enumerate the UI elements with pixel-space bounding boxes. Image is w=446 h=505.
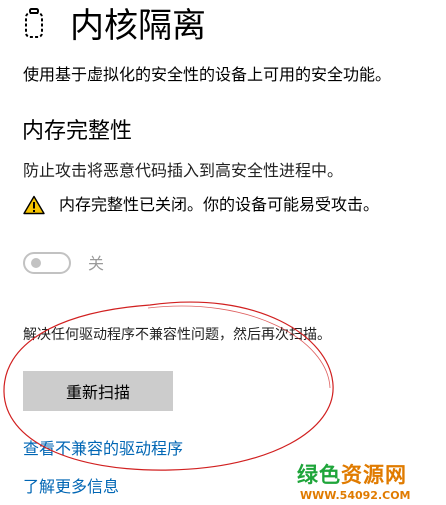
rescan-button[interactable]: 重新扫描 bbox=[23, 371, 173, 411]
page-description: 使用基于虚拟化的安全性的设备上可用的安全功能。 bbox=[23, 65, 392, 84]
view-incompatible-drivers-link[interactable]: 查看不兼容的驱动程序 bbox=[23, 437, 183, 461]
learn-more-link[interactable]: 了解更多信息 bbox=[23, 475, 119, 499]
page-title: 内核隔离 bbox=[70, 6, 206, 46]
toggle-knob bbox=[31, 258, 41, 268]
warning-icon bbox=[23, 195, 45, 215]
watermark-logo-text: 绿色资源网 bbox=[297, 463, 407, 487]
warning-message: 内存完整性已关闭。你的设备可能易受攻击。 bbox=[59, 195, 380, 214]
watermark-url: WWW.54092.COM bbox=[300, 489, 411, 502]
section-description: 防止攻击将恶意代码插入到高安全性进程中。 bbox=[23, 161, 344, 180]
toggle-state-label: 关 bbox=[88, 254, 105, 273]
section-title-memory-integrity: 内存完整性 bbox=[22, 119, 133, 144]
core-isolation-icon bbox=[21, 8, 47, 40]
memory-integrity-toggle[interactable] bbox=[23, 252, 71, 274]
rescan-hint: 解决任何驱动程序不兼容性问题，然后再次扫描。 bbox=[23, 327, 331, 343]
